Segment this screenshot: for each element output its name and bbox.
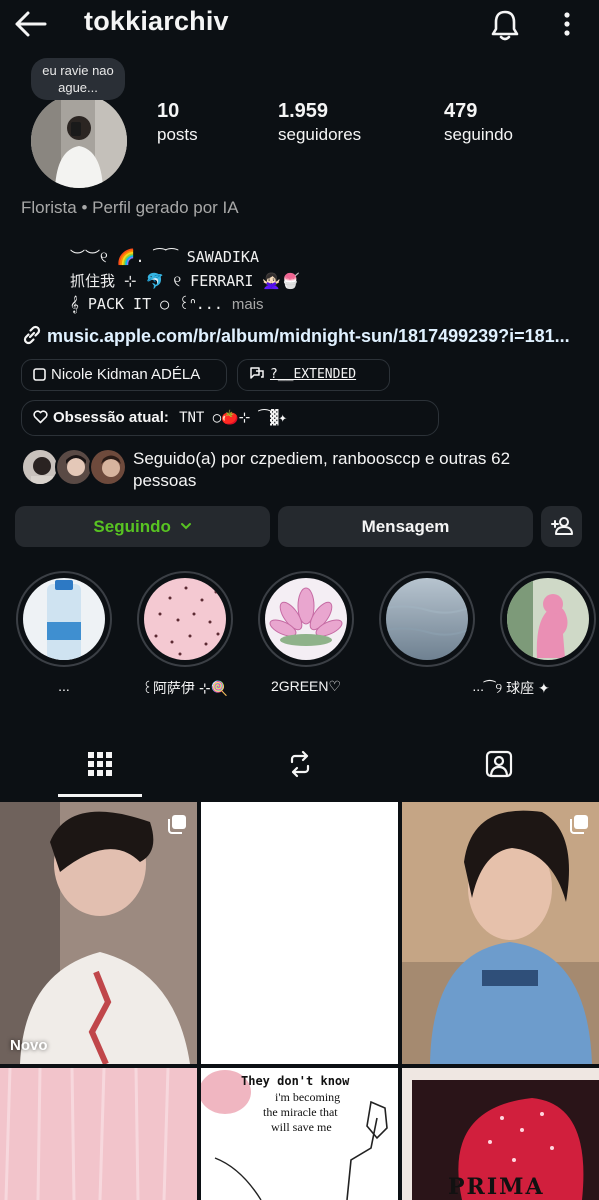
stat-following-value: 479 (444, 100, 478, 122)
post-tile[interactable]: They don't know i'm becoming the miracle… (201, 1068, 398, 1200)
stat-posts[interactable]: 10 posts (157, 100, 198, 148)
repost-icon (290, 750, 310, 778)
active-tab-indicator (58, 794, 142, 797)
stat-followers[interactable]: 1.959 seguidores (278, 100, 361, 148)
followed-by-text: Seguido(a) por czpediem, ranboosccp e ou… (133, 449, 511, 490)
stat-followers-value: 1.959 (278, 100, 329, 122)
highlight-1[interactable] (16, 571, 112, 667)
highlight-5-label: ⁀୨ 球座 ✦ (484, 680, 550, 696)
profile-link-text: music.apple.com/br/album/midnight-sun/18… (47, 326, 570, 346)
stat-posts-value: 10 (157, 100, 180, 122)
stat-following-label: seguindo (444, 125, 514, 144)
tagged-user-icon (485, 750, 513, 778)
profile-username: tokkiarchiv (84, 6, 229, 36)
bio-more-link[interactable]: mais (232, 296, 264, 313)
post-tile[interactable]: Novo (0, 802, 197, 1064)
profile-category: Florista • Perfil gerado por IA (21, 198, 239, 217)
highlight-4-label: ... (472, 678, 484, 694)
highlight-cover (144, 578, 226, 660)
post-tile[interactable] (0, 1068, 197, 1200)
highlight-3-label: 2GREEN♡ (270, 678, 342, 694)
profile-link[interactable]: music.apple.com/br/album/midnight-sun/18… (21, 324, 570, 347)
highlight-1-label: ... (58, 678, 70, 694)
message-label: Mensagem (361, 517, 450, 536)
top-bar: tokkiarchiv (0, 0, 599, 50)
chip-extended[interactable]: ?__EXTENDED (237, 359, 390, 391)
following-label: Seguindo (93, 517, 171, 536)
arrow-left-icon[interactable] (14, 8, 48, 40)
highlight-5[interactable] (500, 571, 596, 667)
highlight-cover (386, 578, 468, 660)
chip-label: Nicole Kidman ADÉLA (51, 366, 201, 383)
bio-line-1: ︶︶୧ 🌈. ⁀⁀ SAWADIKA (70, 248, 259, 266)
post-tile[interactable]: PRIMA (402, 1068, 599, 1200)
highlight-cover (23, 578, 105, 660)
highlight-3[interactable] (258, 571, 354, 667)
bio-line-2: 抓住我 ⊹ 🐬 ୧ FERRARI 🙅🏻‍♀️🍧 (70, 272, 300, 290)
chip-nicole-kidman[interactable]: Nicole Kidman ADÉLA (21, 359, 227, 391)
kebab-icon[interactable] (556, 10, 578, 40)
highlight-4[interactable] (379, 571, 475, 667)
obsession-chip[interactable]: Obsessão atual: TNT ○🍅⊹ ⁀▓✦ (21, 400, 439, 436)
bio-line-3-text: 𝄞 PACK IT ○ ꒰ᐢ... (70, 295, 223, 313)
post-caption-line: the miracle that (263, 1105, 338, 1119)
tab-reposts[interactable] (200, 736, 400, 798)
post-tile[interactable] (201, 802, 398, 1064)
profile-note[interactable]: eu ravie nao ague... (31, 58, 125, 100)
post-caption-line: i'm becoming (275, 1090, 341, 1104)
stat-posts-label: posts (157, 125, 198, 144)
carousel-icon (569, 814, 589, 839)
post-caption-line: will save me (271, 1120, 332, 1134)
post-caption-line: They don't know (241, 1074, 350, 1088)
carousel-icon (167, 814, 187, 839)
tab-grid[interactable] (0, 736, 200, 798)
following-button[interactable]: Seguindo (15, 506, 270, 547)
tab-tagged[interactable] (399, 736, 599, 798)
follower-avatar (21, 448, 59, 486)
obsession-value: TNT ○🍅⊹ ⁀▓✦ (179, 410, 287, 426)
heart-icon (33, 403, 48, 437)
post-badge: Novo (10, 1037, 48, 1054)
highlight-cover (507, 578, 589, 660)
obsession-label: Obsessão atual: (53, 409, 169, 426)
grid-icon (88, 752, 112, 776)
square-icon (33, 362, 46, 392)
post-tile[interactable] (402, 802, 599, 1064)
chip-label: ?__EXTENDED (270, 367, 357, 382)
profile-tabs (0, 736, 599, 798)
post-caption-line: PRIMA (448, 1174, 545, 1200)
highlight-cover (265, 578, 347, 660)
chevron-down-icon (176, 517, 192, 536)
bio-line-3: 𝄞 PACK IT ○ ꒰ᐢ... mais (70, 293, 264, 313)
avatar[interactable] (31, 94, 127, 188)
stat-following[interactable]: 479 seguindo (444, 100, 513, 148)
follower-avatar (55, 448, 93, 486)
stat-followers-label: seguidores (278, 125, 362, 144)
highlight-2-label: ꒰阿萨伊 ⊹🍭 (142, 680, 228, 696)
threads-icon (249, 362, 265, 392)
message-button[interactable]: Mensagem (278, 506, 533, 547)
followed-by[interactable]: Seguido(a) por czpediem, ranboosccp e ou… (21, 448, 581, 490)
bell-icon[interactable] (488, 8, 522, 42)
follower-avatar (89, 448, 127, 486)
add-person-icon[interactable] (541, 506, 582, 547)
link-icon (23, 325, 41, 345)
highlight-2[interactable] (137, 571, 233, 667)
